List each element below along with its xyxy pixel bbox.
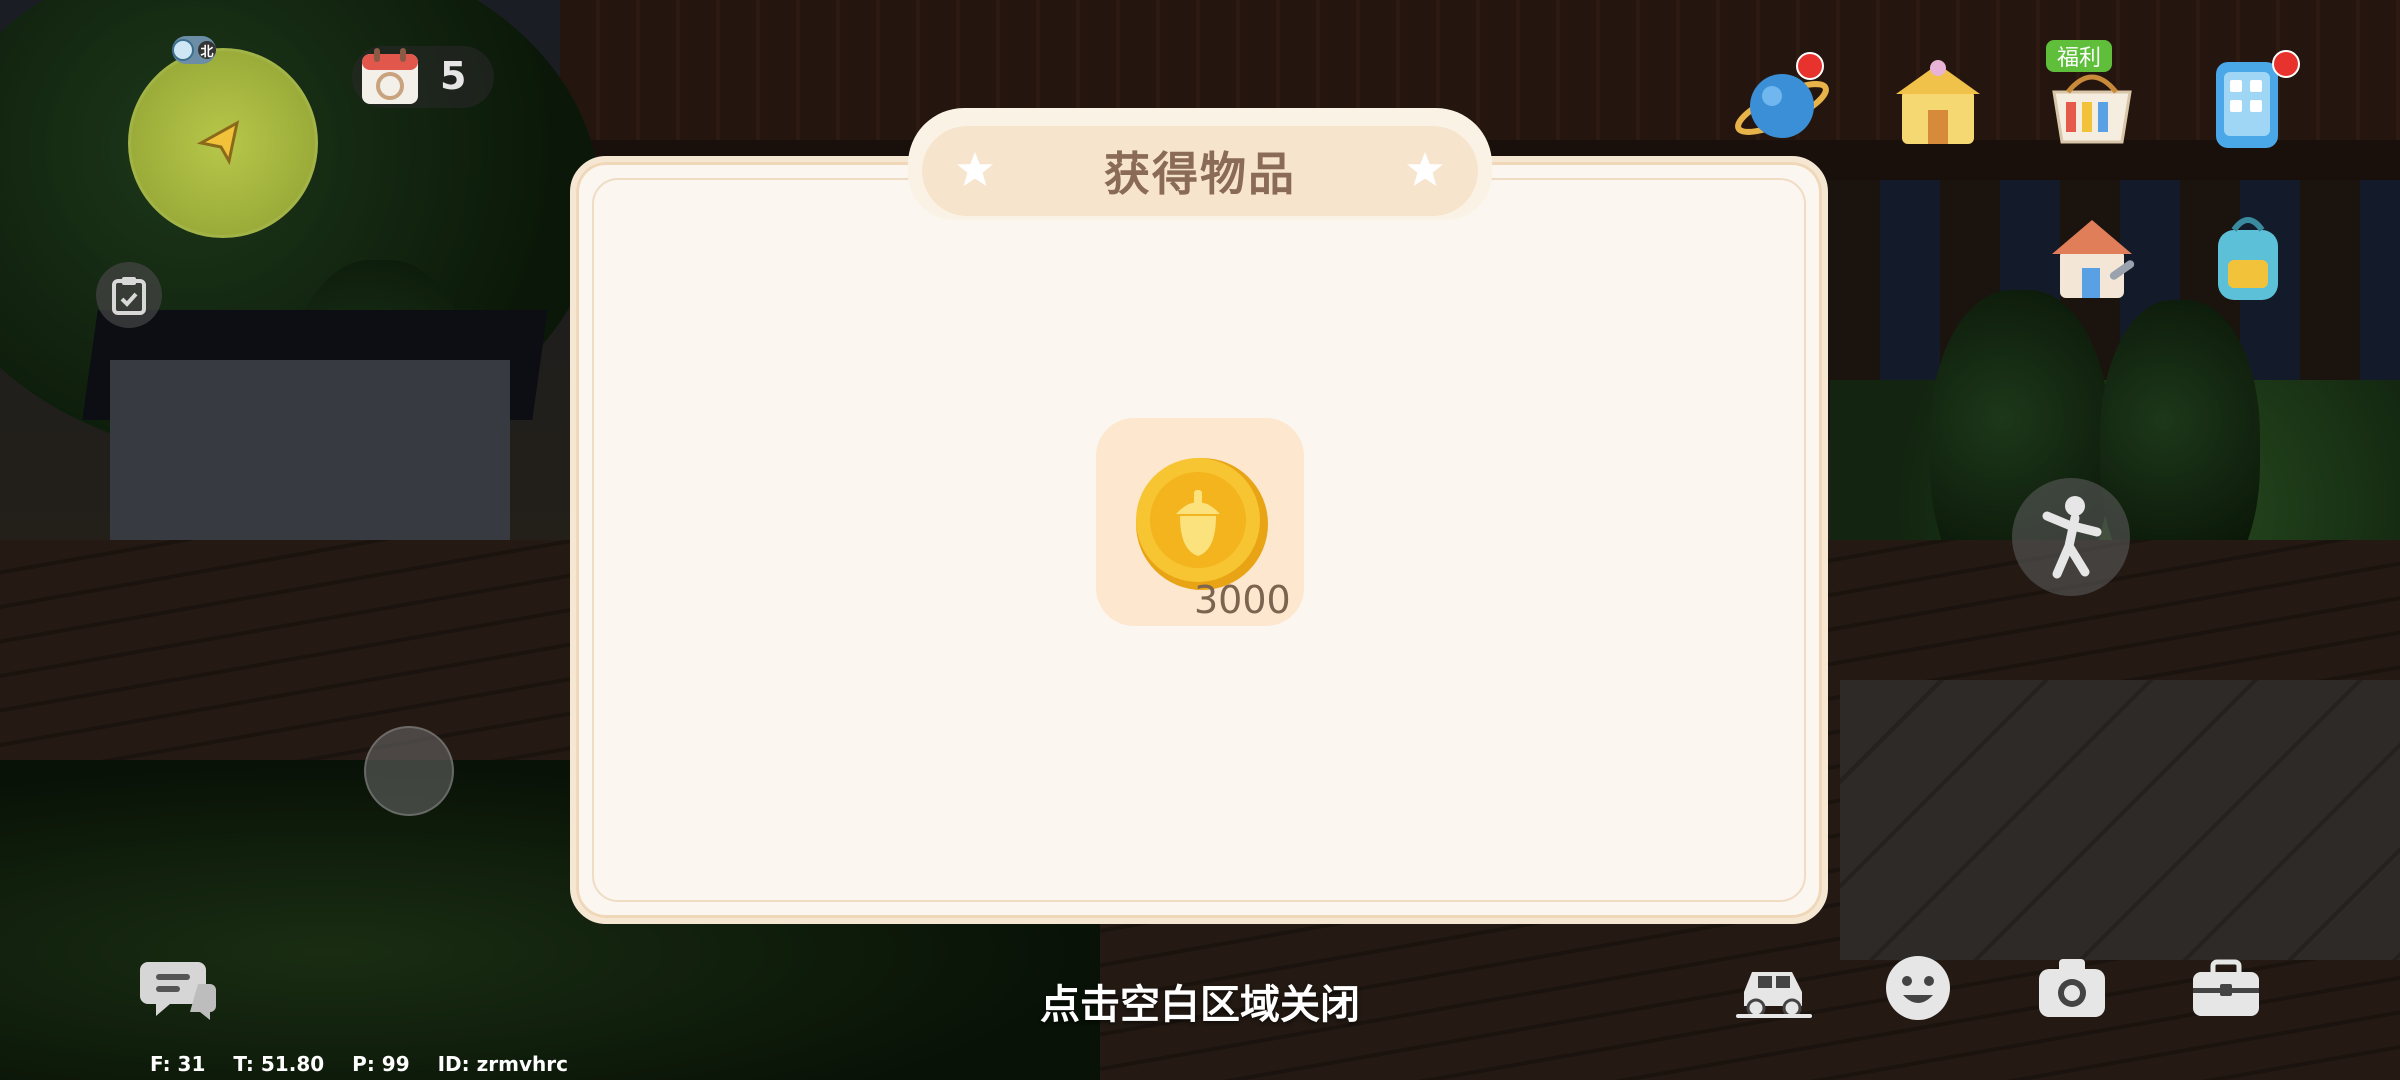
task-list-button[interactable] <box>96 262 162 328</box>
welfare-tag: 福利 <box>2046 40 2112 72</box>
player-arrow-icon <box>196 120 240 166</box>
phone-button[interactable] <box>2196 50 2300 154</box>
calendar-icon <box>362 48 418 104</box>
notification-dot <box>2272 50 2300 78</box>
ping-readout: P: 99 <box>352 1052 410 1076</box>
house-wrench-icon <box>2052 220 2135 298</box>
time-readout: T: 51.80 <box>233 1052 325 1076</box>
camera-icon <box>2039 959 2105 1017</box>
tap-to-close-hint[interactable]: 点击空白区域关闭 <box>900 972 1500 1030</box>
dancing-person-icon <box>2042 496 2102 579</box>
fps-readout: F: 31 <box>150 1052 206 1076</box>
chat-button[interactable] <box>140 956 220 1024</box>
minimap[interactable] <box>128 48 318 238</box>
compass-north-label: 北 <box>198 41 216 60</box>
movement-joystick[interactable] <box>364 726 454 816</box>
compass[interactable]: 北 <box>172 36 216 64</box>
compass-icon <box>172 39 194 61</box>
camera-button[interactable] <box>2034 950 2110 1026</box>
star-icon <box>1406 151 1444 187</box>
emote-action-button[interactable] <box>2012 478 2130 596</box>
smiley-icon <box>1886 956 1950 1020</box>
toolbox-icon <box>2193 959 2259 1016</box>
backpack-icon <box>2218 217 2278 300</box>
reward-quantity: 3000 <box>1194 578 1291 622</box>
planet-button[interactable] <box>1732 52 1832 156</box>
toolbox-button[interactable] <box>2188 950 2264 1026</box>
home-build-button[interactable] <box>2042 206 2142 306</box>
chat-bubble-icon <box>140 962 216 1020</box>
clipboard-icon <box>112 277 146 315</box>
emoji-button[interactable] <box>1880 950 1956 1026</box>
notification-dot <box>1796 52 1824 80</box>
player-id-readout: ID: zrmvhrc <box>437 1052 568 1076</box>
star-icon <box>956 151 994 187</box>
vehicle-button[interactable] <box>1736 950 1812 1026</box>
acorn-coin-icon <box>1136 458 1268 590</box>
gift-house-icon <box>1896 60 1980 144</box>
modal-title-pill: 获得物品 <box>922 126 1478 216</box>
modal-title: 获得物品 <box>1104 147 1296 201</box>
calendar-button[interactable]: 5 <box>352 46 494 108</box>
shop-button[interactable] <box>1888 52 1988 152</box>
debug-stats: F: 31 T: 51.80 P: 99 ID: zrmvhrc <box>150 1052 568 1076</box>
calendar-count: 5 <box>440 54 467 98</box>
backpack-button[interactable] <box>2198 206 2298 306</box>
car-icon <box>1736 972 1812 1018</box>
